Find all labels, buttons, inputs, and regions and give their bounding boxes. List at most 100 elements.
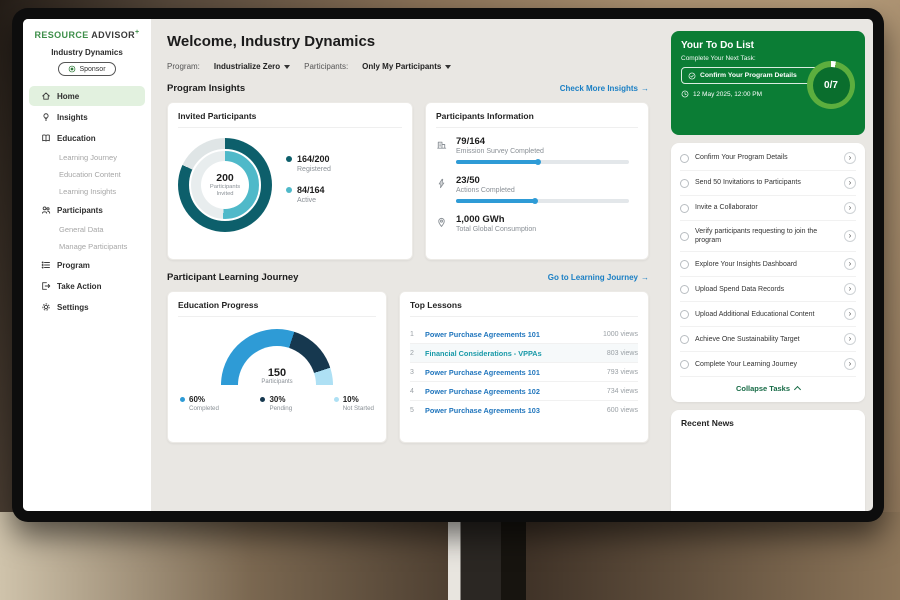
legend-label: Completed	[189, 405, 219, 412]
lesson-link[interactable]: Power Purchase Agreements 103	[425, 406, 586, 415]
sidebar-item-insights[interactable]: Insights	[29, 107, 145, 127]
legend-dot	[180, 397, 185, 402]
chevron-right-icon[interactable]: ›	[844, 258, 856, 270]
lightbulb-icon	[41, 112, 51, 122]
sidebar-item-label: Participants	[57, 206, 103, 215]
task-label: Confirm Your Program Details	[695, 153, 838, 162]
chevron-down-icon	[445, 65, 451, 69]
legend-not-started: 10%Not Started	[334, 395, 374, 412]
donut-center-value: 200	[216, 172, 234, 184]
info-value: 79/164	[456, 136, 638, 147]
task-label: Invite a Collaborator	[695, 203, 838, 212]
legend-label: Active	[297, 197, 331, 204]
todo-panel: Your To Do List Complete Your Next Task:…	[663, 19, 873, 511]
task-radio[interactable]	[680, 232, 689, 241]
lesson-row: 3 Power Purchase Agreements 101 793 view…	[410, 363, 638, 382]
go-to-learning-journey-link[interactable]: Go to Learning Journey→	[548, 273, 649, 282]
task-radio[interactable]	[680, 260, 689, 269]
logo-plus: +	[135, 29, 140, 36]
chevron-right-icon[interactable]: ›	[844, 177, 856, 189]
legend-dot	[334, 397, 339, 402]
sidebar-item-manage-participants[interactable]: Manage Participants	[29, 238, 145, 254]
info-row-emission: 79/164 Emission Survey Completed	[436, 136, 638, 164]
task-row[interactable]: Confirm Your Program Details ›	[680, 146, 856, 171]
donut-center-label: Participants Invited	[205, 184, 245, 197]
sponsor-icon	[68, 65, 76, 73]
task-radio[interactable]	[680, 310, 689, 319]
task-row[interactable]: Achieve One Sustainability Target ›	[680, 327, 856, 352]
main-content: Welcome, Industry Dynamics Program: Indu…	[151, 19, 663, 511]
task-radio[interactable]	[680, 360, 689, 369]
sidebar: RESOURCE ADVISOR+ Industry Dynamics Spon…	[23, 19, 151, 511]
task-row[interactable]: Invite a Collaborator ›	[680, 196, 856, 221]
participants-filter-dropdown[interactable]: Only My Participants	[362, 62, 451, 71]
info-label: Emission Survey Completed	[456, 148, 638, 155]
sidebar-item-home[interactable]: Home	[29, 86, 145, 106]
check-more-insights-link[interactable]: Check More Insights→	[560, 84, 649, 93]
sidebar-item-take-action[interactable]: Take Action	[29, 276, 145, 296]
sidebar-item-education[interactable]: Education	[29, 128, 145, 148]
sidebar-item-education-content[interactable]: Education Content	[29, 166, 145, 182]
app-logo: RESOURCE ADVISOR+	[23, 29, 151, 40]
monitor-stand	[448, 518, 526, 600]
action-arrow-icon	[41, 281, 51, 291]
task-row[interactable]: Complete Your Learning Journey ›	[680, 352, 856, 377]
lesson-views: 803 views	[586, 350, 638, 357]
card-title: Education Progress	[178, 300, 376, 317]
dashboard-screen: RESOURCE ADVISOR+ Industry Dynamics Spon…	[23, 19, 873, 511]
sidebar-item-label: Settings	[57, 303, 89, 312]
sidebar-item-general-data[interactable]: General Data	[29, 221, 145, 237]
chevron-right-icon[interactable]: ›	[844, 202, 856, 214]
chevron-right-icon[interactable]: ›	[844, 230, 856, 242]
sidebar-item-settings[interactable]: Settings	[29, 297, 145, 317]
task-row[interactable]: Verify participants requesting to join t…	[680, 221, 856, 252]
lesson-link[interactable]: Power Purchase Agreements 101	[425, 330, 586, 339]
check-circle-icon	[688, 72, 696, 80]
lesson-views: 1000 views	[586, 331, 638, 338]
task-row[interactable]: Explore Your Insights Dashboard ›	[680, 252, 856, 277]
lesson-link[interactable]: Financial Considerations - VPPAs	[425, 349, 586, 358]
sponsor-badge[interactable]: Sponsor	[58, 62, 115, 76]
task-row[interactable]: Send 50 Invitations to Participants ›	[680, 171, 856, 196]
legend-label: Not Started	[343, 405, 374, 412]
lesson-link[interactable]: Power Purchase Agreements 102	[425, 387, 586, 396]
chevron-right-icon[interactable]: ›	[844, 308, 856, 320]
task-radio[interactable]	[680, 285, 689, 294]
chevron-right-icon[interactable]: ›	[844, 152, 856, 164]
sidebar-item-learning-insights[interactable]: Learning Insights	[29, 183, 145, 199]
legend-value: 30%	[269, 395, 292, 404]
collapse-tasks-button[interactable]: Collapse Tasks	[680, 377, 856, 399]
lesson-views: 734 views	[586, 388, 638, 395]
todo-progress-value: 0/7	[813, 67, 850, 104]
task-row[interactable]: Upload Additional Educational Content ›	[680, 302, 856, 327]
next-task-pill[interactable]: Confirm Your Program Details	[681, 67, 819, 84]
sidebar-item-learning-journey[interactable]: Learning Journey	[29, 149, 145, 165]
program-filter-dropdown[interactable]: Industrialize Zero	[214, 62, 290, 71]
task-row[interactable]: Upload Spend Data Records ›	[680, 277, 856, 302]
info-label: Actions Completed	[456, 187, 638, 194]
education-progress-card: Education Progress 150 Participants	[167, 291, 387, 443]
chevron-right-icon[interactable]: ›	[844, 283, 856, 295]
chevron-up-icon	[794, 386, 801, 393]
task-radio[interactable]	[680, 154, 689, 163]
task-radio[interactable]	[680, 204, 689, 213]
sidebar-item-program[interactable]: Program	[29, 255, 145, 275]
task-radio[interactable]	[680, 179, 689, 188]
gear-icon	[41, 302, 51, 312]
monitor-frame: RESOURCE ADVISOR+ Industry Dynamics Spon…	[12, 8, 884, 522]
logo-resource: RESOURCE	[34, 30, 88, 40]
building-icon	[436, 136, 448, 164]
lesson-link[interactable]: Power Purchase Agreements 101	[425, 368, 586, 377]
sidebar-item-participants[interactable]: Participants	[29, 200, 145, 220]
sidebar-item-label: Learning Insights	[59, 187, 116, 196]
legend-completed: 60%Completed	[180, 395, 219, 412]
org-name: Industry Dynamics	[23, 48, 151, 57]
section-title: Participant Learning Journey	[167, 272, 298, 283]
lesson-row: 1 Power Purchase Agreements 101 1000 vie…	[410, 325, 638, 344]
task-radio[interactable]	[680, 335, 689, 344]
lesson-views: 793 views	[586, 369, 638, 376]
card-title: Participants Information	[436, 111, 638, 128]
chevron-right-icon[interactable]: ›	[844, 358, 856, 370]
chevron-right-icon[interactable]: ›	[844, 333, 856, 345]
info-label: Total Global Consumption	[456, 226, 638, 233]
